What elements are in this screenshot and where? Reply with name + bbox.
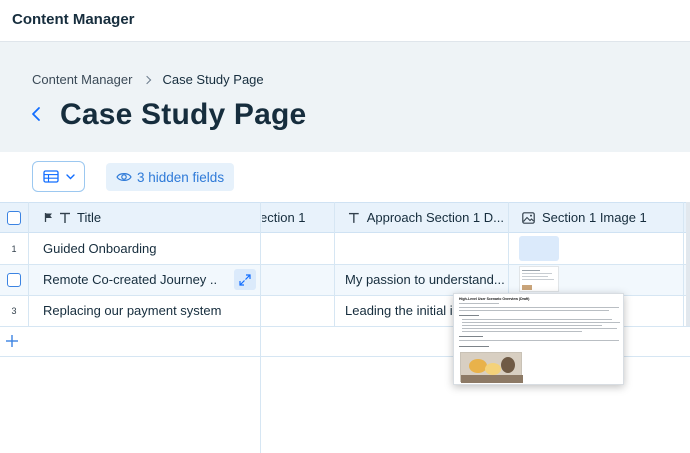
top-bar: Content Manager bbox=[0, 0, 690, 42]
column-divider bbox=[28, 202, 29, 326]
column-divider bbox=[683, 202, 684, 326]
column-header-section-1-image[interactable]: Section 1 Image 1 bbox=[522, 202, 682, 233]
image-placeholder-thumbnail[interactable] bbox=[519, 236, 559, 261]
text-icon bbox=[60, 212, 70, 223]
select-all-cell bbox=[0, 202, 28, 233]
column-header-title[interactable]: Title bbox=[44, 202, 254, 233]
row-number: 1 bbox=[11, 243, 17, 254]
select-all-checkbox[interactable] bbox=[7, 210, 21, 225]
hidden-fields-label: 3 hidden fields bbox=[137, 169, 225, 185]
row-title[interactable]: Guided Onboarding bbox=[43, 233, 253, 264]
view-selector-button[interactable] bbox=[32, 161, 85, 192]
row-approach[interactable] bbox=[345, 233, 505, 264]
row-checkbox[interactable] bbox=[7, 272, 21, 287]
preview-embedded-photo bbox=[460, 352, 523, 383]
expand-icon bbox=[239, 273, 251, 286]
add-row-button[interactable] bbox=[4, 333, 20, 349]
table-view-icon bbox=[42, 170, 59, 183]
row-number: 3 bbox=[11, 305, 17, 316]
row-select-cell bbox=[0, 264, 28, 295]
plus-icon bbox=[6, 335, 18, 347]
breadcrumb-current: Case Study Page bbox=[162, 72, 264, 87]
page-title: Case Study Page bbox=[60, 98, 307, 131]
preview-document-title: High-Level User Scenario Overview (Draft… bbox=[459, 297, 530, 301]
breadcrumb-parent[interactable]: Content Manager bbox=[32, 72, 132, 87]
column-header-section-1[interactable]: ection 1 bbox=[262, 202, 332, 233]
primary-field-flag-icon bbox=[44, 213, 52, 222]
horizontal-scroll-edge[interactable] bbox=[686, 202, 690, 326]
app-title: Content Manager bbox=[12, 11, 135, 28]
document-image-thumbnail[interactable] bbox=[519, 266, 559, 292]
column-header-approach[interactable]: Approach Section 1 D... bbox=[348, 202, 504, 233]
column-header-label: Section 1 Image 1 bbox=[542, 210, 647, 225]
toolbar: 3 hidden fields bbox=[0, 152, 690, 202]
column-header-label: Title bbox=[77, 210, 102, 225]
hidden-fields-button[interactable]: 3 hidden fields bbox=[106, 163, 235, 191]
image-icon bbox=[522, 211, 535, 224]
chevron-left-icon bbox=[32, 107, 40, 121]
page-header: Content Manager Case Study Page Case Stu… bbox=[0, 42, 690, 152]
column-header-label: Approach Section 1 D... bbox=[366, 210, 504, 225]
row-title[interactable]: Remote Co-created Journey ... bbox=[43, 264, 218, 295]
chevron-down-icon bbox=[65, 173, 75, 179]
expand-row-button[interactable] bbox=[234, 269, 256, 290]
image-hover-preview: High-Level User Scenario Overview (Draft… bbox=[453, 293, 624, 385]
row-approach[interactable]: My passion to understand... bbox=[345, 264, 505, 295]
breadcrumb: Content Manager Case Study Page bbox=[32, 72, 264, 87]
column-divider bbox=[260, 202, 261, 453]
eye-icon bbox=[116, 173, 132, 181]
column-divider bbox=[334, 202, 335, 326]
row-title[interactable]: Replacing our payment system bbox=[43, 295, 253, 326]
chevron-right-icon bbox=[143, 75, 152, 84]
row-divider bbox=[0, 264, 690, 265]
text-icon bbox=[348, 212, 359, 223]
row-approach[interactable]: Leading the initial in bbox=[345, 295, 453, 326]
back-button[interactable] bbox=[30, 106, 42, 122]
column-header-label: ection 1 bbox=[262, 210, 306, 225]
